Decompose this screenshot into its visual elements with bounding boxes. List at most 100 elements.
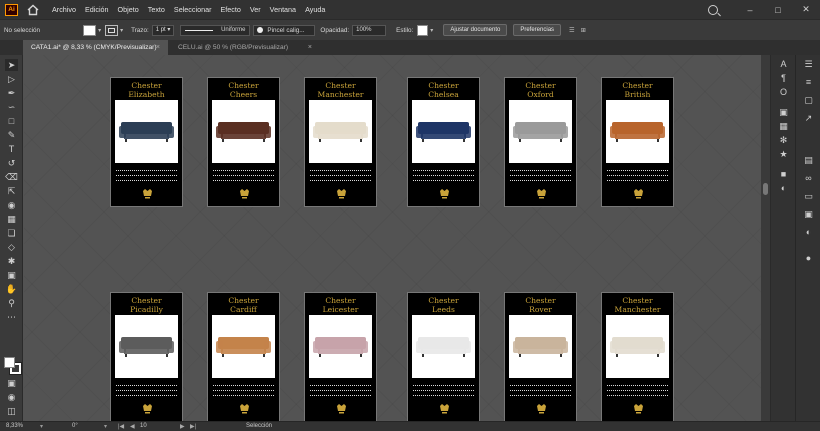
fill-box[interactable]: [4, 357, 15, 368]
menu-seleccionar[interactable]: Seleccionar: [174, 5, 212, 14]
character-panel-icon[interactable]: A: [778, 59, 789, 70]
direct-selection-tool-icon[interactable]: ▷: [5, 73, 18, 85]
artboard[interactable]: Chester Oxford: [504, 77, 577, 207]
transparency-panel-icon[interactable]: ◐: [778, 183, 789, 194]
first-artboard-icon[interactable]: |◀: [118, 423, 124, 430]
next-artboard-icon[interactable]: ▶: [180, 423, 185, 430]
opentype-panel-icon[interactable]: O: [778, 87, 789, 98]
chevron-down-icon[interactable]: ▾: [104, 423, 107, 430]
close-icon[interactable]: ✕: [792, 4, 820, 15]
opacity-field[interactable]: 100%: [352, 24, 387, 36]
artboard-number[interactable]: 10: [140, 423, 147, 429]
blend-tool-icon[interactable]: ◇: [5, 241, 18, 253]
chevron-down-icon[interactable]: ▾: [430, 27, 433, 34]
color-mode-icon[interactable]: ▣: [5, 377, 18, 389]
artboards-panel-icon[interactable]: ▢: [803, 95, 814, 106]
tab-celu[interactable]: CELU.ai @ 50 % (RGB/Previsualizar) ×: [170, 40, 320, 55]
align-icon[interactable]: ☰: [569, 27, 575, 34]
artboard[interactable]: Chester Cardiff: [207, 292, 280, 421]
chevron-down-icon[interactable]: ▾: [98, 27, 101, 34]
properties-panel-icon[interactable]: ☰: [803, 59, 814, 70]
transform-panel-icon[interactable]: ▣: [803, 209, 814, 220]
artboard[interactable]: Chester British: [601, 77, 674, 207]
menu-archivo[interactable]: Archivo: [52, 5, 76, 14]
artboard[interactable]: Chester Manchester: [601, 292, 674, 421]
minimize-icon[interactable]: –: [736, 5, 764, 15]
links-panel-icon[interactable]: ∞: [803, 173, 814, 184]
zoom-level[interactable]: 8,33%: [6, 423, 23, 429]
scale-tool-icon[interactable]: ⇱: [5, 185, 18, 197]
gradient-panel-icon[interactable]: ■: [778, 169, 789, 180]
zoom-tool-icon[interactable]: ⚲: [5, 297, 18, 309]
menu-edicion[interactable]: Edición: [85, 5, 109, 14]
libraries-panel-icon[interactable]: ▣: [778, 107, 789, 118]
paragraph-panel-icon[interactable]: ¶: [778, 73, 789, 84]
tab-cata1[interactable]: CATA1.ai* @ 8,33 % (CMYK/Previsualizar) …: [23, 40, 168, 55]
artboard[interactable]: Chester Picadilly: [110, 292, 183, 421]
chevron-down-icon[interactable]: ▾: [40, 423, 43, 430]
stroke-swatch[interactable]: [105, 24, 119, 36]
symbols-panel-icon[interactable]: ★: [778, 149, 789, 160]
brush-tool-icon[interactable]: ✎: [5, 129, 18, 141]
swatches-panel-icon[interactable]: ▦: [778, 121, 789, 132]
artboard-title: Chester Manchester: [305, 81, 376, 99]
screen-mode-icon[interactable]: ◫: [5, 405, 18, 417]
vertical-scrollbar[interactable]: [761, 55, 770, 421]
color-guide-icon[interactable]: ●: [803, 253, 814, 264]
shape-builder-tool-icon[interactable]: ▦: [5, 213, 18, 225]
warp-tool-icon[interactable]: ◉: [5, 199, 18, 211]
pen-tool-icon[interactable]: ✒: [5, 87, 18, 99]
artboard[interactable]: Chester Rover: [504, 292, 577, 421]
selection-tool-icon[interactable]: ➤: [5, 59, 18, 71]
eyedropper-tool-icon[interactable]: ❏: [5, 227, 18, 239]
symbol-sprayer-tool-icon[interactable]: ✱: [5, 255, 18, 267]
fill-stroke-control[interactable]: [4, 357, 22, 375]
last-artboard-icon[interactable]: ▶|: [190, 423, 196, 430]
eraser-tool-icon[interactable]: ⌫: [5, 171, 18, 183]
scroll-thumb[interactable]: [763, 183, 768, 195]
document-setup-button[interactable]: Ajustar documento: [443, 24, 508, 36]
menu-efecto[interactable]: Efecto: [220, 5, 240, 14]
layers-panel-icon[interactable]: ≡: [803, 77, 814, 88]
stroke-profile-select[interactable]: Uniforme: [180, 24, 251, 36]
menu-objeto[interactable]: Objeto: [118, 5, 139, 14]
chevron-down-icon[interactable]: ▾: [120, 27, 123, 34]
menu-ayuda[interactable]: Ayuda: [305, 5, 325, 14]
menu-ver[interactable]: Ver: [250, 5, 261, 14]
rotate-tool-icon[interactable]: ↺: [5, 157, 18, 169]
menu-texto[interactable]: Texto: [148, 5, 165, 14]
curvature-tool-icon[interactable]: ∽: [5, 101, 18, 113]
fill-swatch[interactable]: [83, 24, 97, 36]
close-tab-icon[interactable]: ×: [156, 40, 160, 55]
menu-ventana[interactable]: Ventana: [270, 5, 296, 14]
brush-select[interactable]: Pincel calig...: [253, 24, 316, 36]
home-icon[interactable]: [26, 3, 40, 17]
rectangle-tool-icon[interactable]: □: [5, 115, 18, 127]
artboard-tool-icon[interactable]: ▣: [5, 269, 18, 281]
preferences-button[interactable]: Preferencias: [513, 24, 562, 36]
canvas[interactable]: Chester Elizabeth Chester Cheers Chester Manc…: [24, 55, 761, 421]
asset-export-icon[interactable]: ↗: [803, 113, 814, 124]
brushes-panel-icon[interactable]: ✻: [778, 135, 789, 146]
type-tool-icon[interactable]: T: [5, 143, 18, 155]
previous-artboard-icon[interactable]: ◀: [130, 423, 135, 430]
style-swatch[interactable]: [417, 24, 429, 36]
artboard[interactable]: Chester Elizabeth: [110, 77, 183, 207]
rotation-value[interactable]: 0°: [72, 423, 78, 429]
maximize-icon[interactable]: □: [764, 5, 792, 15]
artboard[interactable]: Chester Leeds: [407, 292, 480, 421]
artboard[interactable]: Chester Chelsea: [407, 77, 480, 207]
artboard[interactable]: Chester Manchester: [304, 77, 377, 207]
artboard[interactable]: Chester Cheers: [207, 77, 280, 207]
pathfinder-panel-icon[interactable]: ▭: [803, 191, 814, 202]
transform-icon[interactable]: ⊞: [581, 27, 586, 34]
draw-mode-icon[interactable]: ◉: [5, 391, 18, 403]
more-tools-icon[interactable]: ⋯: [5, 311, 18, 323]
hand-tool-icon[interactable]: ✋: [5, 283, 18, 295]
stroke-weight-field[interactable]: 1 pt ▾: [151, 24, 175, 36]
artboard[interactable]: Chester Leicester: [304, 292, 377, 421]
close-tab-icon[interactable]: ×: [308, 40, 312, 55]
appearance-panel-icon[interactable]: ◐: [803, 227, 814, 238]
search-icon[interactable]: [708, 4, 718, 15]
align-panel-icon[interactable]: ▤: [803, 155, 814, 166]
